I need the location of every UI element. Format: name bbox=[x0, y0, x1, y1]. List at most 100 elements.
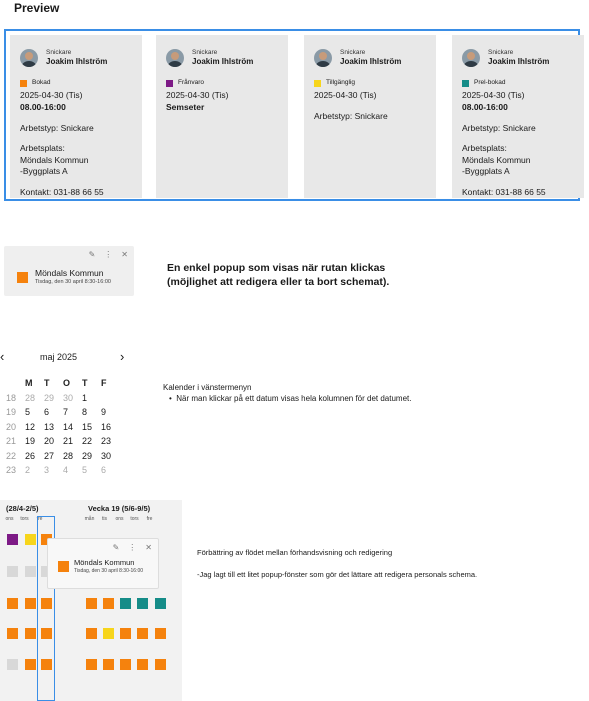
calendar-week-row: 19 5 6 7 8 9 bbox=[6, 405, 120, 420]
schedule-cell[interactable] bbox=[137, 598, 148, 609]
schedule-cell[interactable] bbox=[25, 628, 36, 639]
calendar-day[interactable]: 22 bbox=[82, 436, 101, 446]
schedule-cell[interactable] bbox=[7, 534, 18, 545]
close-icon[interactable]: ✕ bbox=[145, 543, 152, 552]
close-icon[interactable]: ✕ bbox=[121, 250, 128, 259]
day-header[interactable]: ons bbox=[112, 516, 127, 522]
calendar-day[interactable]: 27 bbox=[44, 451, 63, 461]
day-header[interactable]: ons bbox=[2, 516, 17, 522]
status-label: Bokad bbox=[32, 79, 51, 87]
calendar-day[interactable]: 21 bbox=[63, 436, 82, 446]
calendar-day[interactable]: 28 bbox=[63, 451, 82, 461]
day-header[interactable]: tis bbox=[97, 516, 112, 522]
schedule-cell[interactable] bbox=[25, 598, 36, 609]
week-number: 21 bbox=[6, 436, 17, 447]
day-header[interactable]: mån bbox=[82, 516, 97, 522]
edit-icon[interactable]: ✎ bbox=[89, 250, 96, 259]
preview-title: Preview bbox=[14, 1, 60, 15]
schedule-cell[interactable] bbox=[86, 598, 97, 609]
calendar-week-row: 18 28 29 30 1 bbox=[6, 391, 120, 406]
preview-card[interactable]: Snickare Joakim Ihlström Bokad 2025-04-3… bbox=[10, 35, 142, 198]
calendar-day[interactable]: 23 bbox=[101, 436, 120, 446]
calendar-day[interactable]: 19 bbox=[25, 436, 44, 446]
calendar-day[interactable]: 15 bbox=[82, 422, 101, 432]
schedule-cell[interactable] bbox=[120, 598, 131, 609]
calendar-grid: M T O T F 18 28 29 30 1 19 5 6 7 8 9 20 12 13 14 15 16 21 19 20 2… bbox=[6, 376, 120, 478]
edit-icon[interactable]: ✎ bbox=[113, 543, 120, 552]
prev-month-button[interactable]: ‹ bbox=[0, 349, 4, 364]
week-b-label: Vecka 19 (5/6-9/5) bbox=[88, 504, 151, 513]
preview-card[interactable]: Snickare Joakim Ihlström Tillgänglig 202… bbox=[304, 35, 436, 198]
schedule-cell[interactable] bbox=[155, 659, 166, 670]
schedule-cell[interactable] bbox=[103, 628, 114, 639]
calendar-day[interactable]: 14 bbox=[63, 422, 82, 432]
calendar-day[interactable]: 26 bbox=[25, 451, 44, 461]
schedule-cell[interactable] bbox=[103, 659, 114, 670]
calendar-day[interactable]: 3 bbox=[44, 465, 63, 475]
calendar-day[interactable]: 20 bbox=[44, 436, 63, 446]
calendar-day[interactable]: 30 bbox=[101, 451, 120, 461]
schedule-cell[interactable] bbox=[86, 659, 97, 670]
status-badge: Bokad bbox=[20, 79, 134, 87]
week-number: 22 bbox=[6, 450, 17, 461]
schedule-popup[interactable]: ✎ ⋮ ✕ Möndals Kommun Tisdag, den 30 apri… bbox=[4, 246, 134, 296]
schedule-cell[interactable] bbox=[25, 566, 36, 577]
more-icon[interactable]: ⋮ bbox=[128, 543, 136, 552]
preview-card[interactable]: Snickare Joakim Ihlström Prel-bokad 2025… bbox=[452, 35, 584, 198]
weekday-header: F bbox=[101, 378, 107, 389]
day-header[interactable]: tors bbox=[17, 516, 32, 522]
schedule-cell[interactable] bbox=[120, 659, 131, 670]
preview-card[interactable]: Snickare Joakim Ihlström Frånvaro 2025-0… bbox=[156, 35, 288, 198]
schedule-cell[interactable] bbox=[7, 598, 18, 609]
schedule-cell[interactable] bbox=[155, 628, 166, 639]
calendar-day[interactable]: 1 bbox=[82, 393, 101, 403]
calendar-day[interactable]: 5 bbox=[82, 465, 101, 475]
calendar-day[interactable]: 29 bbox=[44, 393, 63, 403]
schedule-cell[interactable] bbox=[103, 598, 114, 609]
calendar-day[interactable]: 13 bbox=[44, 422, 63, 432]
calendar-day[interactable]: 2 bbox=[25, 465, 44, 475]
schedule-popup-overlay[interactable]: ✎ ⋮ ✕ Möndals Kommun Tisdag, den 30 apri… bbox=[47, 538, 159, 589]
calendar-day[interactable]: 5 bbox=[25, 407, 44, 417]
calendar-day[interactable]: 9 bbox=[101, 407, 120, 417]
more-icon[interactable]: ⋮ bbox=[104, 250, 112, 259]
workplace-label: Arbetsplats: bbox=[20, 143, 65, 154]
schedule-cell[interactable] bbox=[25, 659, 36, 670]
status-color-square bbox=[462, 79, 469, 87]
schedule-cell[interactable] bbox=[155, 598, 166, 609]
status-color-square bbox=[20, 79, 27, 87]
employee-name: Joakim Ihlström bbox=[488, 57, 550, 67]
schedule-cell[interactable] bbox=[7, 628, 18, 639]
calendar-description: Kalender i vänstermenyn • När man klicka… bbox=[163, 382, 563, 404]
calendar-day[interactable]: 7 bbox=[63, 407, 82, 417]
calendar-week-row: 21 19 20 21 22 23 bbox=[6, 434, 120, 449]
calendar-week-row: 22 26 27 28 29 30 bbox=[6, 449, 120, 464]
schedule-cell[interactable] bbox=[137, 628, 148, 639]
status-color-square bbox=[314, 79, 321, 87]
schedule-cell[interactable] bbox=[120, 628, 131, 639]
week-a-label: (28/4-2/5) bbox=[6, 504, 39, 513]
schedule-cell[interactable] bbox=[137, 659, 148, 670]
calendar-day[interactable]: 29 bbox=[82, 451, 101, 461]
next-month-button[interactable]: › bbox=[120, 349, 124, 364]
calendar-day[interactable]: 4 bbox=[63, 465, 82, 475]
calendar-week-row: 20 12 13 14 15 16 bbox=[6, 420, 120, 435]
day-header[interactable]: fre bbox=[142, 516, 157, 522]
calendar-day[interactable]: 28 bbox=[25, 393, 44, 403]
calendar-day[interactable]: 30 bbox=[63, 393, 82, 403]
status-badge: Prel-bokad bbox=[462, 79, 576, 87]
calendar-day[interactable]: 6 bbox=[101, 465, 120, 475]
schedule-cell[interactable] bbox=[25, 534, 36, 545]
schedule-cell[interactable] bbox=[7, 659, 18, 670]
day-header[interactable]: tors bbox=[127, 516, 142, 522]
month-label: maj 2025 bbox=[40, 352, 78, 362]
schedule-cell[interactable] bbox=[7, 566, 18, 577]
calendar-day[interactable]: 6 bbox=[44, 407, 63, 417]
calendar-day[interactable]: 8 bbox=[82, 407, 101, 417]
schedule-cell[interactable] bbox=[86, 628, 97, 639]
time: 08.00-16:00 bbox=[462, 101, 508, 112]
calendar-desc-title: Kalender i vänstermenyn bbox=[163, 383, 252, 392]
calendar-day[interactable]: 16 bbox=[101, 422, 120, 432]
avatar bbox=[166, 49, 184, 68]
calendar-day[interactable]: 12 bbox=[25, 422, 44, 432]
